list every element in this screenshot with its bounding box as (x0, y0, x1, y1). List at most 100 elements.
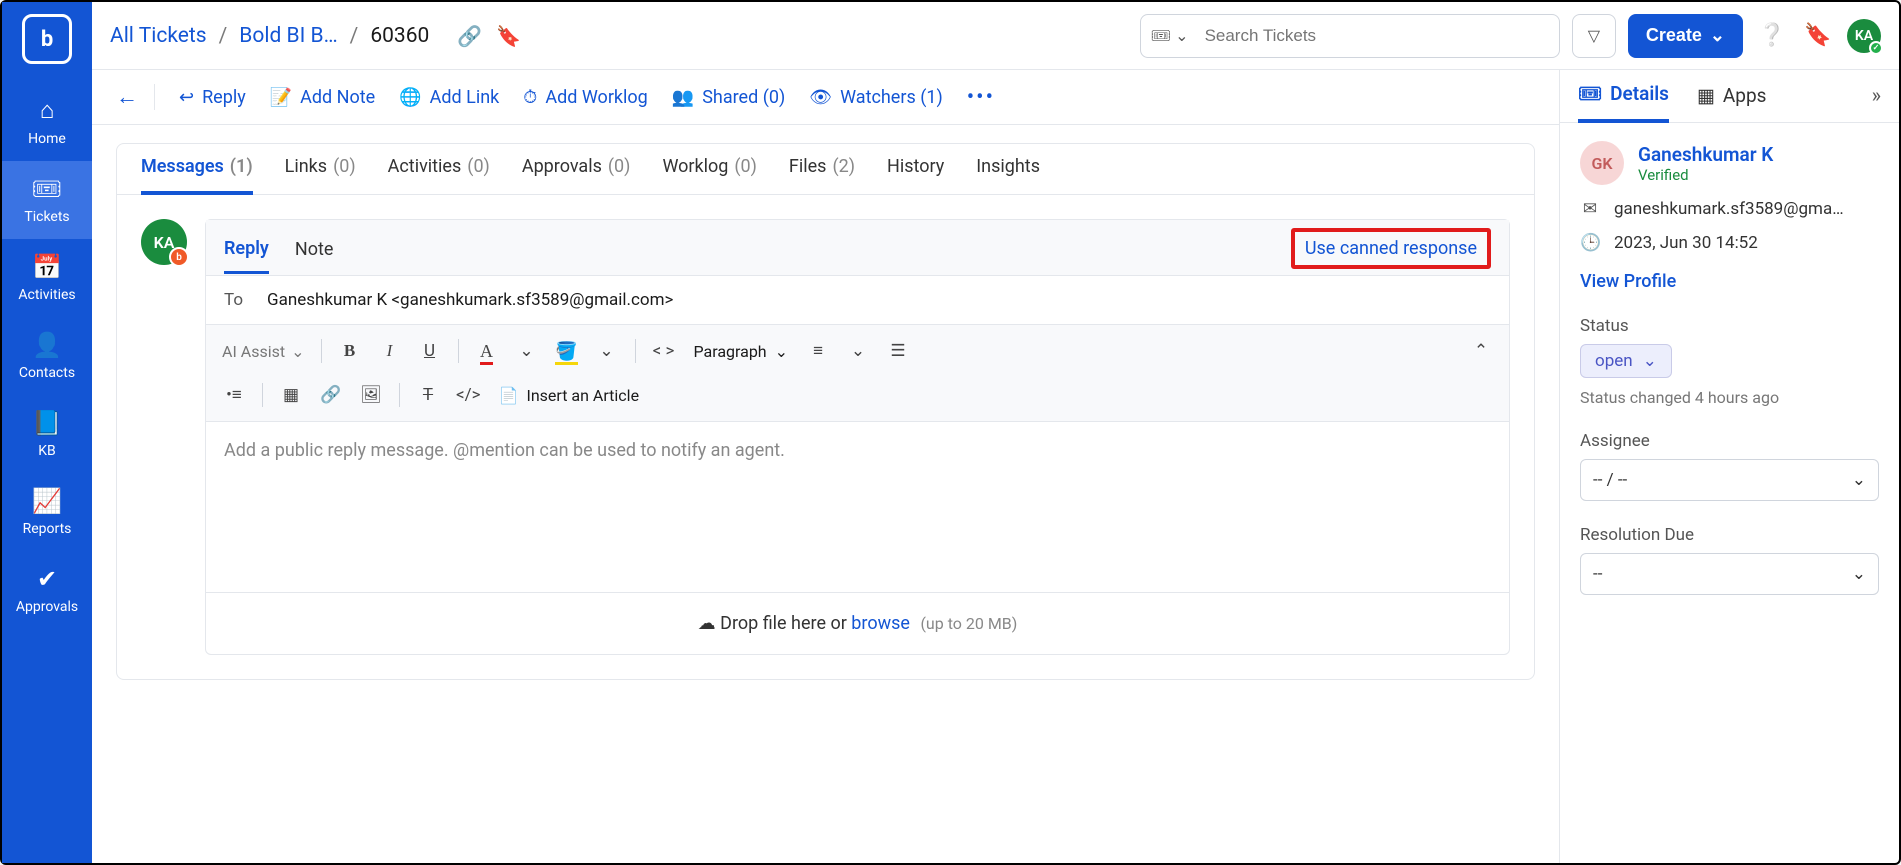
insert-article-button[interactable]: 📄Insert an Article (491, 386, 648, 405)
to-value[interactable]: Ganeshkumar K <ganeshkumark.sf3589@gmail… (267, 290, 673, 310)
created-date: 2023, Jun 30 14:52 (1614, 233, 1758, 253)
create-button[interactable]: Create⌄ (1628, 14, 1743, 58)
tab-count: (0) (333, 156, 356, 180)
status-dropdown[interactable]: open⌄ (1580, 344, 1672, 378)
align-dropdown[interactable]: ⌄ (840, 333, 876, 369)
breadcrumb-root[interactable]: All Tickets (110, 24, 207, 48)
tab-label: Links (285, 156, 327, 180)
compose-tab-note[interactable]: Note (295, 231, 334, 272)
resolution-dropdown[interactable]: -- ⌄ (1580, 553, 1879, 595)
logo-glyph: b (41, 27, 53, 52)
compose-tab-reply[interactable]: Reply (224, 230, 269, 274)
nav-activities[interactable]: 📅Activities (2, 239, 92, 317)
right-tab-apps[interactable]: ▦Apps (1697, 84, 1767, 121)
add-note-action[interactable]: 📝Add Note (270, 87, 375, 108)
resolution-value: -- (1593, 564, 1602, 584)
tab-label: Activities (388, 156, 462, 180)
toolbar-collapse[interactable]: ⌃ (1463, 333, 1499, 369)
highlight-button[interactable]: 🪣 (549, 333, 585, 369)
paragraph-dropdown[interactable]: Paragraph⌄ (686, 342, 797, 361)
bookmarks-button[interactable]: 🔖 (1801, 19, 1835, 53)
action-label: Reply (202, 87, 246, 108)
chart-icon: 📈 (32, 487, 62, 515)
tab-label: Worklog (662, 156, 728, 180)
tab-activities[interactable]: Activities(0) (388, 156, 490, 194)
user-avatar[interactable]: KA✓ (1847, 19, 1881, 53)
chevron-down-icon: ⌄ (1852, 470, 1866, 490)
more-actions[interactable]: ••• (967, 85, 995, 110)
nav-tickets[interactable]: 🎟 Tickets (2, 161, 92, 239)
help-button[interactable]: ❔ (1755, 19, 1789, 53)
tab-approvals[interactable]: Approvals(0) (522, 156, 631, 194)
insert-article-label: Insert an Article (526, 386, 639, 405)
browse-link[interactable]: browse (851, 613, 910, 634)
tab-links[interactable]: Links (0) (285, 156, 356, 194)
bold-button[interactable]: B (332, 333, 368, 369)
contact-name[interactable]: Ganeshkumar K (1638, 143, 1773, 166)
bullet-list-button[interactable]: •≡ (216, 377, 252, 413)
filter-button[interactable]: ▽ (1572, 14, 1616, 58)
editor-placeholder: Add a public reply message. @mention can… (224, 440, 785, 461)
nav-approvals[interactable]: ✔Approvals (2, 551, 92, 629)
bookmark-icon: 🔖 (1804, 23, 1831, 48)
canned-response-link[interactable]: Use canned response (1291, 228, 1491, 269)
chevron-down-icon: ⌄ (1852, 564, 1866, 584)
contact-icon: 👤 (32, 331, 62, 359)
search-box[interactable]: 🎟 ⌄ (1140, 14, 1560, 58)
tab-insights[interactable]: Insights (976, 156, 1040, 194)
insert-link-button[interactable]: 🔗 (313, 377, 349, 413)
code-view-button[interactable]: </> (450, 377, 487, 413)
back-button[interactable]: ← (116, 84, 155, 110)
search-scope-icon[interactable]: 🎟 ⌄ (1151, 26, 1197, 45)
font-color-dropdown[interactable]: ⌄ (509, 333, 545, 369)
reply-action[interactable]: ↩Reply (179, 87, 246, 108)
ticket-icon: 🎟 (32, 175, 62, 203)
tab-files[interactable]: Files(2) (789, 156, 855, 194)
link-icon[interactable]: 🔗 (457, 24, 482, 48)
code-button[interactable]: < > (646, 333, 682, 369)
tab-label: Insights (976, 156, 1040, 180)
clear-format-button[interactable]: T (410, 377, 446, 413)
insert-image-button[interactable]: 🖼 (353, 377, 389, 413)
search-input[interactable] (1197, 26, 1549, 46)
app-logo[interactable]: b (22, 14, 72, 64)
nav-contacts[interactable]: 👤Contacts (2, 317, 92, 395)
right-tab-details[interactable]: 🎟Details (1578, 82, 1669, 123)
filter-icon: ▽ (1588, 26, 1600, 45)
italic-button[interactable]: I (372, 333, 408, 369)
nav-home[interactable]: ⌂Home (2, 82, 92, 161)
underline-button[interactable]: U (412, 333, 448, 369)
status-changed-note: Status changed 4 hours ago (1580, 388, 1879, 407)
font-color-button[interactable]: A (469, 333, 505, 369)
ai-assist-button[interactable]: AI Assist⌄ (216, 333, 311, 369)
breadcrumb-mid[interactable]: Bold BI B… (239, 24, 337, 48)
nav-label: Tickets (24, 209, 69, 225)
drop-zone[interactable]: ☁ Drop file here or browse (up to 20 MB) (206, 592, 1509, 654)
watchers-action[interactable]: 👁Watchers (1) (809, 87, 943, 108)
highlight-dropdown[interactable]: ⌄ (589, 333, 625, 369)
mail-icon: ✉ (1580, 199, 1600, 219)
editor-body[interactable]: Add a public reply message. @mention can… (206, 422, 1509, 592)
bookmark-icon[interactable]: 🔖 (496, 24, 521, 48)
nav-label: Activities (18, 287, 75, 303)
ordered-list-button[interactable]: ☰ (880, 333, 916, 369)
tab-count: (1) (230, 156, 253, 177)
expand-panel-icon[interactable]: » (1872, 83, 1881, 121)
tab-count: (2) (832, 156, 855, 180)
action-label: Shared (0) (702, 87, 785, 108)
nav-label: Approvals (16, 599, 78, 615)
tab-history[interactable]: History (887, 156, 944, 194)
tab-worklog[interactable]: Worklog(0) (662, 156, 756, 194)
align-button[interactable]: ≡ (800, 333, 836, 369)
add-worklog-action[interactable]: ⏱Add Worklog (523, 87, 648, 108)
action-label: Watchers (1) (840, 87, 943, 108)
nav-kb[interactable]: 📘KB (2, 395, 92, 473)
view-profile-link[interactable]: View Profile (1580, 271, 1879, 292)
tab-messages[interactable]: Messages(1) (141, 156, 253, 195)
topbar: All Tickets / Bold BI B… / 60360 🔗 🔖 🎟 ⌄… (92, 2, 1899, 70)
shared-action[interactable]: 👥Shared (0) (672, 87, 785, 108)
assignee-dropdown[interactable]: -- / --⌄ (1580, 459, 1879, 501)
table-button[interactable]: ▦ (273, 377, 309, 413)
add-link-action[interactable]: 🌐Add Link (399, 87, 499, 108)
nav-reports[interactable]: 📈Reports (2, 473, 92, 551)
